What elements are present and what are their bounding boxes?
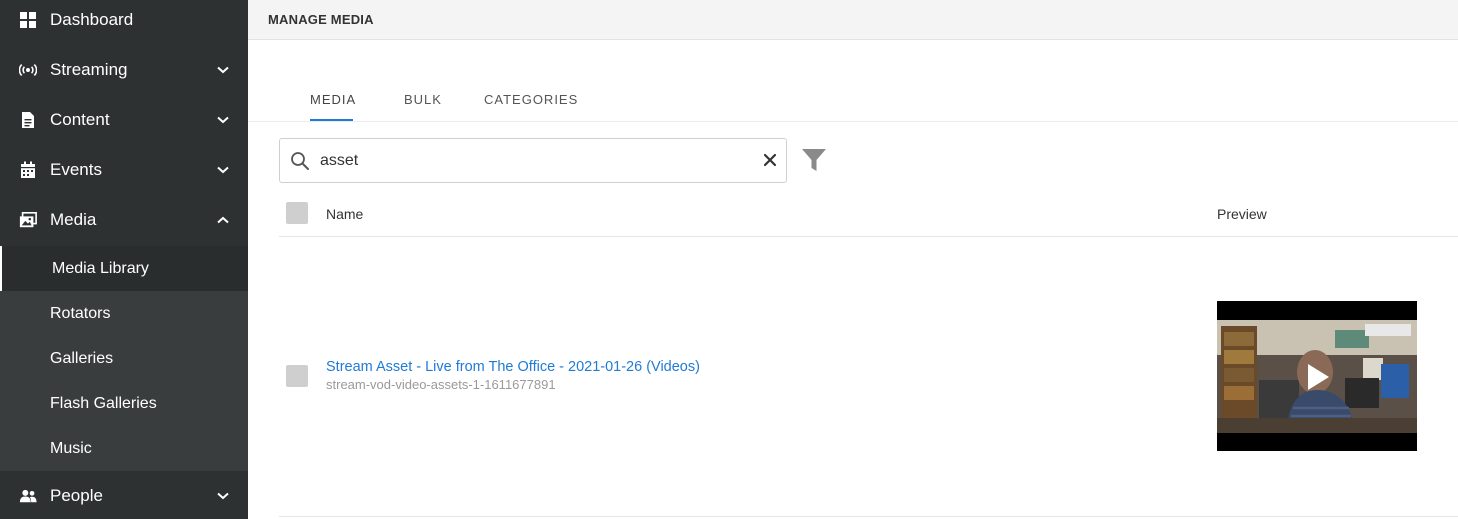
tab-media[interactable]: MEDIA xyxy=(310,92,356,107)
video-thumbnail[interactable] xyxy=(1217,301,1417,451)
tab-bulk[interactable]: BULK xyxy=(404,92,442,107)
submenu-item-label: Flash Galleries xyxy=(50,394,157,412)
table-header: Name Preview xyxy=(279,193,1458,237)
sidebar-item-dashboard[interactable]: Dashboard xyxy=(0,0,248,45)
media-title-link[interactable]: Stream Asset - Live from The Office - 20… xyxy=(326,359,700,375)
sidebar-item-label: Streaming xyxy=(50,60,128,79)
column-header-name[interactable]: Name xyxy=(326,206,363,222)
sidebar: Dashboard Streaming Content Events Media… xyxy=(0,0,248,519)
calendar-icon xyxy=(19,161,37,179)
chevron-down-icon xyxy=(216,163,230,177)
grid-icon xyxy=(19,11,37,29)
sidebar-item-streaming[interactable]: Streaming xyxy=(0,45,248,95)
tab-categories[interactable]: CATEGORIES xyxy=(484,92,578,107)
chevron-up-icon xyxy=(216,213,230,227)
submenu-item-music[interactable]: Music xyxy=(0,426,248,471)
chevron-down-icon xyxy=(216,63,230,77)
sidebar-item-media[interactable]: Media xyxy=(0,195,248,245)
document-icon xyxy=(19,111,37,129)
submenu-item-label: Rotators xyxy=(50,304,111,322)
sidebar-item-label: Media xyxy=(50,210,97,229)
page-title: MANAGE MEDIA xyxy=(268,12,374,27)
tab-bar: MEDIA BULK CATEGORIES xyxy=(248,80,1458,122)
submenu-item-galleries[interactable]: Galleries xyxy=(0,336,248,381)
search-input[interactable] xyxy=(320,149,740,173)
submenu-item-rotators[interactable]: Rotators xyxy=(0,291,248,336)
active-tab-indicator xyxy=(310,119,353,121)
submenu-item-label: Galleries xyxy=(50,349,114,367)
submenu-item-media-library[interactable]: Media Library xyxy=(0,246,248,291)
media-slug: stream-vod-video-assets-1-1611677891 xyxy=(326,377,556,392)
chevron-down-icon xyxy=(216,113,230,127)
submenu-item-flash-galleries[interactable]: Flash Galleries xyxy=(0,381,248,426)
row-checkbox[interactable] xyxy=(286,365,308,387)
sidebar-item-people[interactable]: People xyxy=(0,471,248,519)
images-icon xyxy=(19,211,37,229)
submenu-item-label: Music xyxy=(50,439,92,457)
submenu-item-label: Media Library xyxy=(52,259,149,277)
sidebar-item-label: People xyxy=(50,486,103,505)
chevron-down-icon xyxy=(216,489,230,503)
play-icon[interactable] xyxy=(1303,362,1333,392)
main-content: MANAGE MEDIA MEDIA BULK CATEGORIES Name … xyxy=(248,0,1458,519)
sidebar-item-events[interactable]: Events xyxy=(0,145,248,195)
sidebar-item-content[interactable]: Content xyxy=(0,95,248,145)
select-all-checkbox[interactable] xyxy=(286,202,308,224)
users-icon xyxy=(19,487,37,505)
sidebar-item-label: Events xyxy=(50,160,102,179)
filter-icon[interactable] xyxy=(801,147,827,173)
media-submenu: Media Library Rotators Galleries Flash G… xyxy=(0,246,248,471)
top-bar: MANAGE MEDIA xyxy=(248,0,1458,40)
sidebar-item-label: Content xyxy=(50,110,110,129)
table-row: Stream Asset - Live from The Office - 20… xyxy=(279,237,1458,517)
sidebar-item-label: Dashboard xyxy=(50,10,134,29)
search-icon xyxy=(290,151,310,171)
close-icon[interactable] xyxy=(763,153,777,167)
column-header-preview: Preview xyxy=(1217,206,1267,222)
broadcast-icon xyxy=(19,61,37,79)
search-box xyxy=(279,138,787,183)
